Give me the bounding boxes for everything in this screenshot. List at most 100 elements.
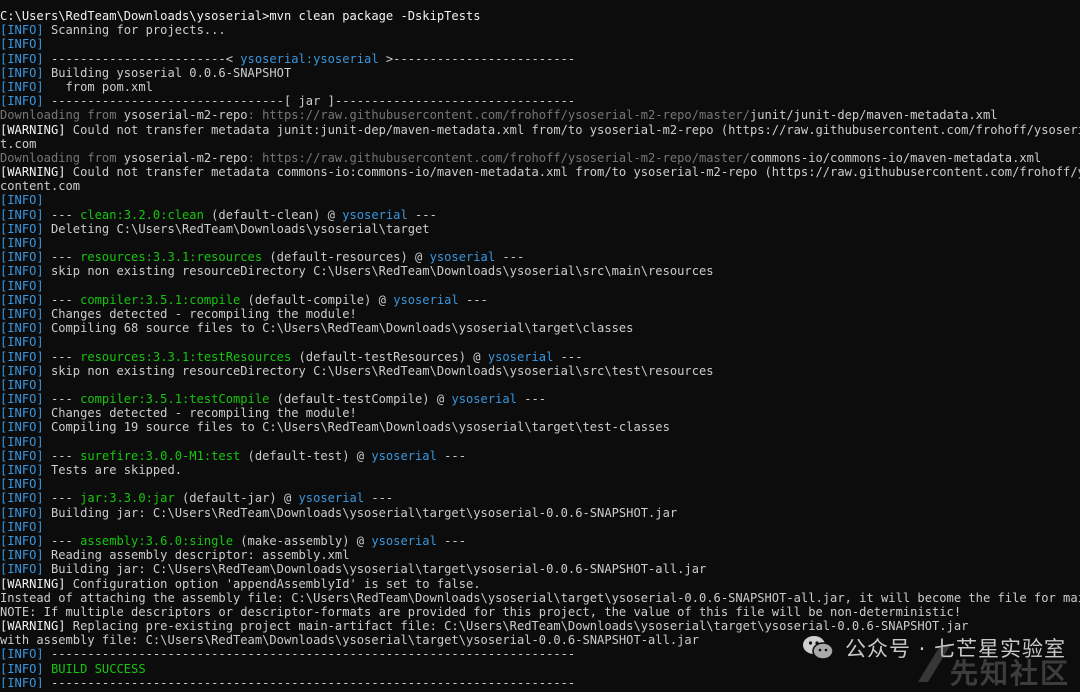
terminal-text-segment: [WARNING] <box>0 122 66 137</box>
terminal-text-segment: (default-test) @ <box>240 448 372 463</box>
terminal-line: [INFO] Compiling 19 source files to C:\U… <box>0 420 1080 434</box>
terminal-line: [INFO] Changes detected - recompiling th… <box>0 406 1080 420</box>
terminal-line: [INFO] <box>0 37 1080 51</box>
terminal-line: [INFO] from pom.xml <box>0 80 1080 94</box>
terminal-line: [INFO] --- resources:3.3.1:resources (de… <box>0 250 1080 264</box>
terminal-text-segment: --- <box>43 207 81 222</box>
terminal-text-segment: from pom.xml <box>43 79 153 94</box>
terminal-text-segment: Changes detected - recompiling the modul… <box>43 406 357 421</box>
terminal-line: [INFO] Building jar: C:\Users\RedTeam\Do… <box>0 506 1080 520</box>
terminal-text-segment: Could not transfer metadata commons-io:c… <box>72 165 1080 180</box>
terminal-text-segment: [INFO] <box>0 434 44 449</box>
terminal-text-segment: ----------------------------------------… <box>43 647 576 662</box>
terminal-text-segment: Instead of attaching the assembly file: … <box>0 590 1080 605</box>
terminal-text-segment: Replacing pre-existing project main-arti… <box>65 619 969 634</box>
terminal-text-segment: --- <box>436 448 466 463</box>
terminal-text-segment: --- <box>553 349 583 364</box>
terminal-text-segment: [INFO] <box>0 65 44 80</box>
terminal-text-segment: --- <box>407 207 437 222</box>
terminal-text-segment: Compiling 68 source files to C:\Users\Re… <box>43 321 634 336</box>
terminal-text-segment: BUILD SUCCESS <box>43 661 146 676</box>
terminal-text-segment: [INFO] <box>0 207 44 222</box>
terminal-text-segment: [WARNING] <box>0 165 66 180</box>
terminal-text-segment: commons-io/commons-io/maven-metadata.xml <box>749 150 1042 165</box>
terminal-text-segment: t.com <box>0 136 37 151</box>
terminal-text-segment: clean:3.2.0:clean <box>80 207 204 222</box>
terminal-text-segment: Deleting C:\Users\RedTeam\Downloads\ysos… <box>43 221 430 236</box>
terminal-text-segment: ysoserial <box>451 392 517 407</box>
terminal-text-segment: [INFO] <box>0 647 44 662</box>
terminal-text-segment: --- <box>458 292 488 307</box>
terminal-line: [WARNING] Configuration option 'appendAs… <box>0 577 1080 591</box>
terminal-text-segment: (default-jar) @ <box>174 491 299 506</box>
terminal-text-segment: [INFO] <box>0 491 44 506</box>
terminal-line: [INFO] Changes detected - recompiling th… <box>0 307 1080 321</box>
terminal-text-segment: ------------------------< <box>43 51 241 66</box>
terminal-text-segment: Tests are skipped. <box>43 463 183 477</box>
terminal-line: NOTE: If multiple descriptors or descrip… <box>0 605 1080 619</box>
terminal-text-segment: [INFO] <box>0 37 44 52</box>
terminal-line: [INFO] ---------------------------------… <box>0 676 1080 688</box>
terminal-text-segment: assembly:3.6.0:single <box>80 533 233 548</box>
terminal-output[interactable]: C:\Users\RedTeam\Downloads\ysoserial>mvn… <box>0 9 1080 688</box>
terminal-text-segment: [INFO] <box>0 448 44 463</box>
terminal-line: [INFO] --- compiler:3.5.1:testCompile (d… <box>0 392 1080 406</box>
terminal-text-segment: surefire:3.0.0-M1:test <box>80 448 241 463</box>
terminal-line: Instead of attaching the assembly file: … <box>0 591 1080 605</box>
terminal-text-segment: [INFO] <box>0 562 44 577</box>
terminal-text-segment: --- <box>43 533 81 548</box>
terminal-line: [INFO] ---------------------------------… <box>0 647 1080 661</box>
terminal-text-segment: : https://raw.githubusercontent.com/froh… <box>247 150 750 165</box>
terminal-text-segment: [INFO] <box>0 292 44 307</box>
terminal-line: [INFO] --- clean:3.2.0:clean (default-cl… <box>0 208 1080 222</box>
terminal-text-segment: [INFO] <box>0 477 44 492</box>
terminal-text-segment: --- <box>364 491 394 506</box>
terminal-text-segment: --- <box>43 491 81 506</box>
terminal-text-segment: (default-compile) @ <box>240 292 394 307</box>
terminal-text-segment: [INFO] <box>0 23 44 38</box>
terminal-line: with assembly file: C:\Users\RedTeam\Dow… <box>0 633 1080 647</box>
terminal-text-segment: resources:3.3.1:resources <box>80 250 263 265</box>
terminal-text-segment: (default-clean) @ <box>203 207 343 222</box>
terminal-line: C:\Users\RedTeam\Downloads\ysoserial>mvn… <box>0 9 1080 23</box>
terminal-text-segment: C:\Users\RedTeam\Downloads\ysoserial>mvn… <box>0 9 481 23</box>
terminal-text-segment: content.com <box>0 179 81 194</box>
terminal-line: [WARNING] Could not transfer metadata ju… <box>0 123 1080 137</box>
terminal-text-segment: resources:3.3.1:testResources <box>80 349 292 364</box>
terminal-text-segment: Changes detected - recompiling the modul… <box>43 306 357 321</box>
terminal-text-segment: NOTE: If multiple descriptors or descrip… <box>0 604 962 619</box>
terminal-text-segment: [INFO] <box>0 533 44 548</box>
terminal-text-segment: [INFO] <box>0 505 44 520</box>
terminal-line: [INFO] Reading assembly descriptor: asse… <box>0 548 1080 562</box>
terminal-text-segment: --- <box>43 250 81 265</box>
terminal-text-segment: ----------------------------------------… <box>43 675 576 688</box>
terminal-text-segment: [INFO] <box>0 250 44 265</box>
terminal-line: [INFO] Deleting C:\Users\RedTeam\Downloa… <box>0 222 1080 236</box>
terminal-text-segment: junit/junit-dep/maven-metadata.xml <box>749 108 998 123</box>
terminal-line: [WARNING] Replacing pre-existing project… <box>0 619 1080 633</box>
terminal-line: [INFO] Compiling 68 source files to C:\U… <box>0 321 1080 335</box>
terminal-text-segment: [INFO] <box>0 392 44 407</box>
terminal-text-segment: --- <box>43 349 81 364</box>
terminal-line: [INFO] Tests are skipped. <box>0 463 1080 477</box>
terminal-text-segment: Could not transfer metadata junit:junit-… <box>65 122 1080 137</box>
terminal-line: [INFO] <box>0 435 1080 449</box>
terminal-text-segment: ysoserial <box>371 533 437 548</box>
terminal-line: [WARNING] Could not transfer metadata co… <box>0 165 1080 179</box>
terminal-text-segment: [INFO] <box>0 335 44 350</box>
terminal-line: [INFO] skip non existing resourceDirecto… <box>0 264 1080 278</box>
terminal-text-segment: Configuration option 'appendAssemblyId' … <box>65 576 481 591</box>
terminal-line: [INFO] Scanning for projects... <box>0 23 1080 37</box>
terminal-text-segment: ysoserial <box>298 491 365 506</box>
terminal-text-segment: ysoserial:ysoserial <box>240 51 379 66</box>
terminal-text-segment: [INFO] <box>0 548 44 563</box>
terminal-line: [INFO] <box>0 520 1080 534</box>
terminal-line: [INFO] --- assembly:3.6.0:single (make-a… <box>0 534 1080 548</box>
terminal-text-segment: skip non existing resourceDirectory C:\U… <box>43 264 714 279</box>
terminal-line: [INFO] Building ysoserial 0.0.6-SNAPSHOT <box>0 66 1080 80</box>
terminal-line: content.com <box>0 179 1080 193</box>
terminal-text-segment: [INFO] <box>0 221 44 236</box>
terminal-line: Downloading from ysoserial-m2-repo: http… <box>0 108 1080 122</box>
terminal-text-segment: [INFO] <box>0 519 44 534</box>
terminal-line: [INFO] ------------------------< ysoseri… <box>0 52 1080 66</box>
